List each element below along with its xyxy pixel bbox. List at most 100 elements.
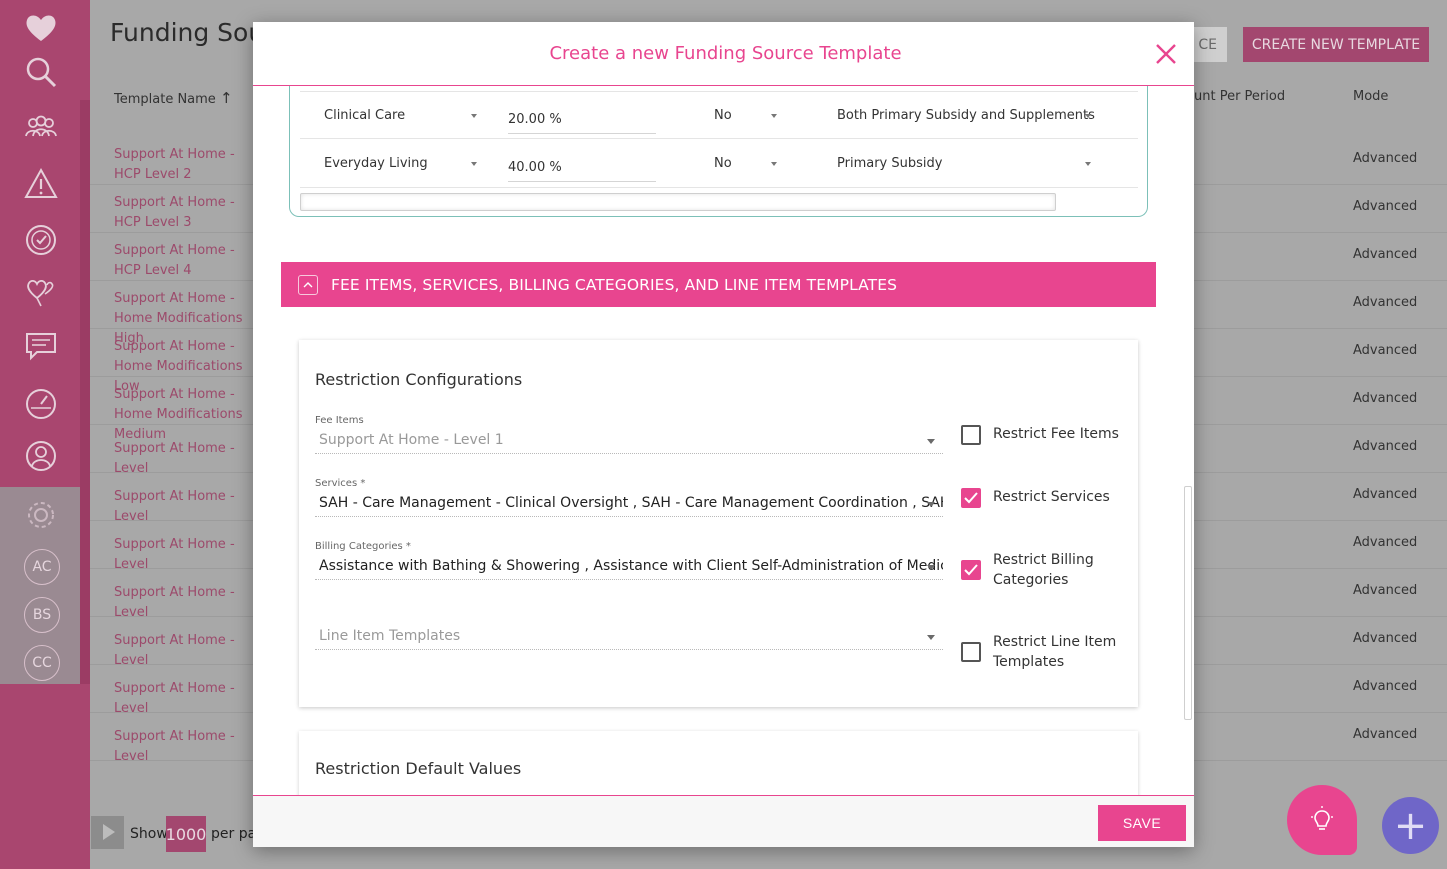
column-header-label: Template Name (114, 92, 216, 107)
modal-footer: SAVE (253, 795, 1194, 847)
select-value: Assistance with Bathing & Showering , As… (319, 558, 943, 574)
line-item-templates-select[interactable]: Line Item Templates (315, 626, 943, 650)
heart-logo-icon[interactable] (21, 8, 61, 48)
restrict-services-checkbox[interactable] (961, 488, 981, 508)
template-name-cell[interactable]: Support At Home - HCP Level 3 (114, 193, 254, 233)
modal-scrollbar[interactable] (1184, 486, 1192, 720)
restrict-line-items-checkbox[interactable] (961, 642, 981, 662)
table-horizontal-scrollbar[interactable] (300, 193, 1056, 211)
sidebar-circle-cc[interactable]: CC (24, 645, 60, 681)
column-header-mode[interactable]: Mode (1353, 89, 1388, 104)
applies-to-select[interactable]: Primary Subsidy (837, 156, 942, 171)
category-select[interactable]: Everyday Living (324, 156, 428, 171)
chevron-down-icon[interactable] (927, 502, 935, 507)
template-name-cell[interactable]: Support At Home - Level (114, 727, 254, 767)
subsidy-table-card: Clinical Care 20.00 % No Both Primary Su… (289, 86, 1148, 217)
mode-cell: Advanced (1353, 247, 1418, 262)
chevron-down-icon[interactable] (927, 635, 935, 640)
mode-cell: Advanced (1353, 631, 1418, 646)
plus-icon: + (1393, 802, 1428, 849)
restrict-billing-checkbox-row[interactable]: Restrict Billing Categories (961, 550, 1123, 590)
chevron-down-icon[interactable] (1085, 162, 1091, 166)
sidebar-circle-bs[interactable]: BS (24, 597, 60, 633)
mode-cell: Advanced (1353, 199, 1418, 214)
sort-arrow-up-icon[interactable]: ↑ (220, 89, 233, 107)
restriction-configurations-card: Restriction Configurations Fee Items Sup… (299, 340, 1138, 707)
billing-categories-select[interactable]: Assistance with Bathing & Showering , As… (315, 556, 943, 580)
template-name-cell[interactable]: Support At Home - HCP Level 2 (114, 145, 254, 185)
chevron-down-icon[interactable] (927, 439, 935, 444)
chevron-down-icon[interactable] (471, 162, 477, 166)
section-title: FEE ITEMS, SERVICES, BILLING CATEGORIES,… (331, 275, 898, 294)
card-title: Restriction Configurations (315, 370, 523, 389)
restrict-billing-checkbox[interactable] (961, 560, 981, 580)
subsidy-row: Everyday Living 40.00 % No Primary Subsi… (300, 140, 1138, 188)
sidebar-expand-play-icon[interactable] (91, 816, 124, 849)
fee-items-field: Fee Items Support At Home - Level 1 (315, 415, 943, 454)
fee-items-section-header[interactable]: FEE ITEMS, SERVICES, BILLING CATEGORIES,… (281, 262, 1156, 307)
chevron-down-icon[interactable] (927, 565, 935, 570)
subsidy-row: Clinical Care 20.00 % No Both Primary Su… (300, 91, 1138, 139)
applies-to-select[interactable]: Both Primary Subsidy and Supplements (837, 108, 1095, 123)
flag-select[interactable]: No (714, 108, 732, 123)
sidebar: AC BS CC (0, 0, 90, 869)
mode-cell: Advanced (1353, 391, 1418, 406)
mode-cell: Advanced (1353, 439, 1418, 454)
restrict-services-checkbox-row[interactable]: Restrict Services (961, 487, 1123, 508)
mode-cell: Advanced (1353, 487, 1418, 502)
mode-cell: Advanced (1353, 679, 1418, 694)
mode-cell: Advanced (1353, 295, 1418, 310)
checkbox-label[interactable]: Restrict Fee Items (993, 424, 1123, 444)
clock-refresh-icon[interactable] (21, 220, 61, 260)
column-header-template-name[interactable]: Template Name ↑ (114, 89, 233, 107)
alert-icon[interactable] (21, 164, 61, 204)
hearts-icon[interactable] (21, 272, 61, 312)
add-fab-button[interactable]: + (1382, 797, 1439, 854)
mode-cell: Advanced (1353, 583, 1418, 598)
sidebar-circle-ac[interactable]: AC (24, 549, 60, 585)
mode-cell: Advanced (1353, 727, 1418, 742)
page-size-select[interactable]: 1000 (166, 816, 206, 852)
search-icon[interactable] (21, 52, 61, 92)
services-field: Services * SAH - Care Management - Clini… (315, 478, 943, 517)
modal-body[interactable]: Clinical Care 20.00 % No Both Primary Su… (253, 86, 1194, 795)
restrict-fee-items-checkbox-row[interactable]: Restrict Fee Items (961, 424, 1123, 445)
mode-cell: Advanced (1353, 151, 1418, 166)
fee-items-select[interactable]: Support At Home - Level 1 (315, 430, 943, 454)
close-icon[interactable] (1154, 42, 1178, 66)
dashboard-icon[interactable] (21, 382, 61, 422)
per-page-label: per pa (211, 826, 257, 842)
users-icon[interactable] (21, 108, 61, 148)
chevron-down-icon[interactable] (771, 162, 777, 166)
checkbox-label[interactable]: Restrict Line Item Templates (993, 632, 1123, 672)
services-select[interactable]: SAH - Care Management - Clinical Oversig… (315, 493, 943, 517)
checkbox-label[interactable]: Restrict Billing Categories (993, 550, 1123, 590)
profile-icon[interactable] (21, 436, 61, 476)
lightbulb-help-button[interactable] (1287, 785, 1357, 855)
restrict-fee-items-checkbox[interactable] (961, 425, 981, 445)
save-button[interactable]: SAVE (1098, 805, 1186, 841)
chevron-up-icon[interactable] (298, 274, 318, 295)
restrict-line-items-checkbox-row[interactable]: Restrict Line Item Templates (961, 632, 1123, 672)
chevron-down-icon[interactable] (771, 114, 777, 118)
select-placeholder: Line Item Templates (319, 628, 461, 644)
show-label: Show (130, 826, 168, 842)
line-item-templates-field: Line Item Templates (315, 622, 943, 650)
chevron-down-icon[interactable] (471, 114, 477, 118)
chat-icon[interactable] (21, 326, 61, 366)
percent-input[interactable]: 20.00 % (508, 108, 656, 134)
template-name-cell[interactable]: Support At Home - HCP Level 4 (114, 241, 254, 281)
flag-select[interactable]: No (714, 156, 732, 171)
sidebar-scrollbar[interactable] (80, 100, 90, 684)
checkmark-icon (964, 564, 978, 576)
checkmark-icon (964, 492, 978, 504)
lightbulb-icon (1311, 806, 1333, 830)
chevron-down-icon[interactable] (1085, 114, 1091, 118)
percent-input[interactable]: 40.00 % (508, 156, 656, 182)
select-value: SAH - Care Management - Clinical Oversig… (319, 495, 943, 511)
category-select[interactable]: Clinical Care (324, 108, 405, 123)
create-new-template-button[interactable]: CREATE NEW TEMPLATE (1243, 27, 1429, 62)
settings-icon[interactable] (21, 495, 61, 535)
column-header-amount[interactable]: unt Per Period (1194, 89, 1285, 104)
checkbox-label[interactable]: Restrict Services (993, 487, 1123, 507)
